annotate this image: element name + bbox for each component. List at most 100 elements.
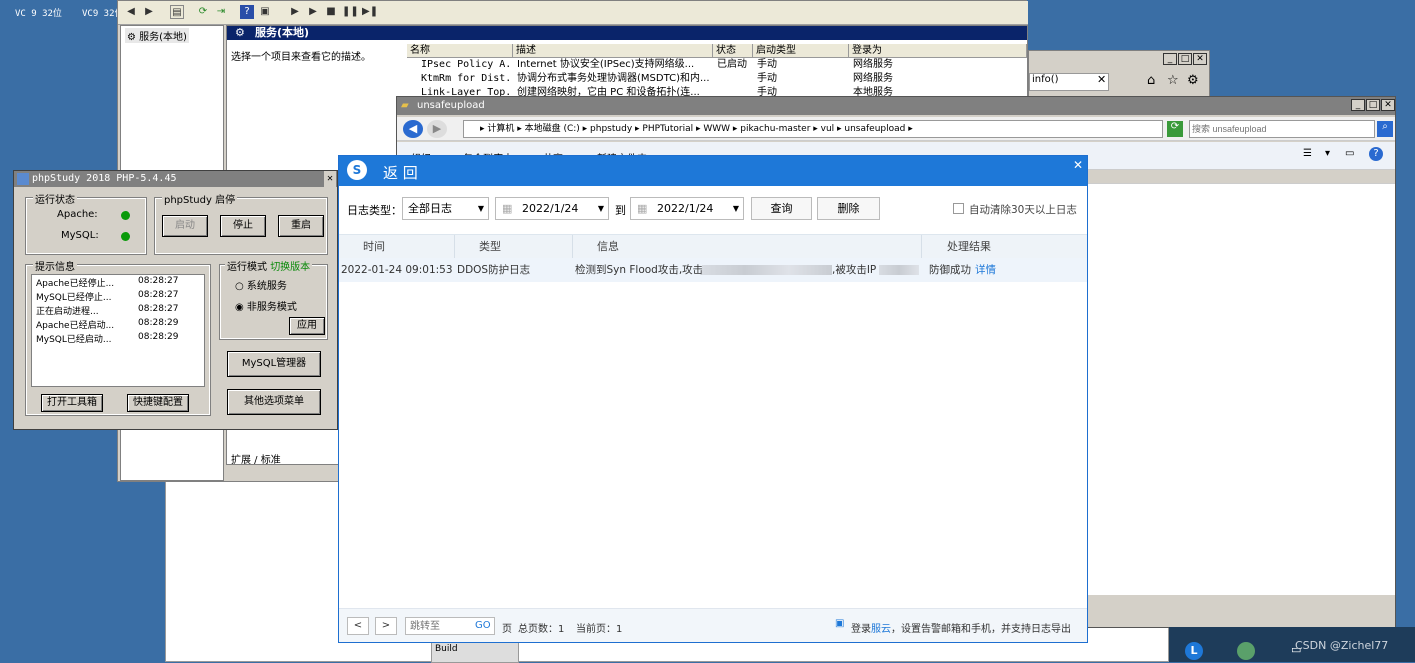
table-row[interactable]: 2022-01-24 09:01:53 DDOS防护日志 检测到Syn Floo… [339,258,1087,282]
date-from-picker[interactable]: ▦ 2022/1/24 ▼ [495,197,609,220]
start-stop-group: phpStudy 启停 启动 停止 重启 [154,191,328,255]
row-info-prefix: 检测到Syn Flood攻击,攻击IP [575,264,713,276]
restart-icon[interactable]: ▶❚ [362,5,378,19]
home-icon[interactable]: ⌂ [1147,73,1155,88]
svc-row-name[interactable]: KtmRm for Dist... [421,72,513,86]
date-to-value: 2022/1/24 [657,202,714,215]
svc-row-desc: 协调分布式事务处理协调器(MSDTC)和内... [517,73,710,84]
col-header-logon[interactable]: 登录为 [849,44,1027,58]
other-menu-button[interactable]: 其他选项菜单 [227,389,321,415]
open-toolbox-button[interactable]: 打开工具箱 [41,394,103,412]
close-icon[interactable]: ✕ [1073,158,1083,172]
play-alt-icon[interactable]: ▶ [306,5,320,19]
mysql-manager-button[interactable]: MySQL管理器 [227,351,321,377]
col-header-name[interactable]: 名称 [407,44,513,58]
tree-item-services-local[interactable]: ⚙ 服务(本地) [125,28,189,43]
quick-config-button[interactable]: 快捷键配置 [127,394,189,412]
pause-icon[interactable]: ❚❚ [342,5,359,19]
go-button[interactable]: GO [475,620,491,631]
maximize-icon[interactable]: □ [1178,53,1192,65]
log-type-label: 日志类型： [347,204,402,217]
col-header-desc[interactable]: 描述 [513,44,713,58]
svc-row-status: 已启动 [717,59,747,70]
back-icon[interactable]: ◀ [124,5,138,19]
query-button[interactable]: 查询 [751,197,812,220]
restart-button[interactable]: 重启 [278,215,324,237]
filter-bar: 日志类型： 全部日志 ▼ ▦ 2022/1/24 ▼ 到 ▦ 2022/1/24… [339,186,1087,234]
forward-icon[interactable]: ▶ [427,120,447,138]
delete-button[interactable]: 删除 [817,197,880,220]
list-item-time: 08:28:27 [138,304,179,314]
search-icon[interactable]: ⌕ [1377,121,1393,137]
explorer-content [1087,183,1395,595]
radio-system-service[interactable]: ○ 系统服务 [235,277,287,292]
play-icon[interactable]: ▶ [288,5,302,19]
show-tree-icon[interactable]: ▤ [170,5,184,19]
app-l-icon[interactable]: L [1185,642,1203,660]
stop-button[interactable]: 停止 [220,215,266,237]
maximize-icon[interactable]: □ [1366,99,1380,111]
run-status-group: 运行状态 Apache: MySQL: [25,191,147,255]
desktop-label-vc9-a[interactable]: VC 9 32位 [15,6,62,19]
mmc-tabs: 扩展 / 标准 [231,455,281,466]
stop-icon[interactable]: ■ [324,5,338,19]
col-header-startup[interactable]: 启动类型 [753,44,849,58]
gear-icon[interactable]: ⚙ [1187,73,1199,88]
phpstudy-title-text: phpStudy 2018 PHP-5.4.45 [32,173,177,184]
current-page: 当前页：1 [576,624,623,635]
minimize-icon[interactable]: _ [1351,99,1365,111]
properties-icon[interactable]: ▣ [258,5,272,19]
chevron-down-icon[interactable]: ▾ [1325,148,1330,159]
refresh-icon[interactable]: ⟳ [1167,121,1183,137]
back-button[interactable]: 返 回 [383,162,418,183]
help-icon[interactable]: ? [1369,147,1383,161]
row-time: 2022-01-24 09:01:53 [341,264,453,276]
chevron-down-icon: ▼ [597,204,604,213]
log-type-value: 全部日志 [408,202,452,215]
apply-button[interactable]: 应用 [289,317,325,335]
log-dialog: S 返 回 ✕ 日志类型： 全部日志 ▼ ▦ 2022/1/24 ▼ 到 ▦ 2… [338,155,1088,643]
login-link[interactable]: 登录 [851,624,871,635]
row-type: DDOS防护日志 [457,264,531,276]
list-item: Apache已经停止... [36,279,115,289]
col-header-type: 类型 [479,240,501,253]
switch-version-link[interactable]: 切换版本 [270,262,310,273]
back-icon[interactable]: ◀ [403,120,423,138]
col-header-status[interactable]: 状态 [713,44,753,58]
tab-standard[interactable]: 标准 [261,455,281,466]
close-icon[interactable]: ✕ [1381,99,1395,111]
start-button[interactable]: 启动 [162,215,208,237]
view-icon[interactable]: ☰ [1303,148,1312,159]
svc-row-name[interactable]: IPsec Policy A... [421,58,513,72]
forward-icon[interactable]: ▶ [142,5,156,19]
close-icon[interactable]: ✕ [1193,53,1207,65]
log-type-select[interactable]: 全部日志 ▼ [402,197,489,220]
radio-non-service[interactable]: ◉ 非服务模式 [235,298,297,313]
export-icon[interactable]: ⇥ [214,5,228,19]
breadcrumb[interactable]: ▸ 计算机 ▸ 本地磁盘 (C:) ▸ phpstudy ▸ PHPTutori… [463,120,1163,138]
next-page-button[interactable]: > [375,617,397,635]
refresh-icon[interactable]: ⟳ [196,5,210,19]
help-icon[interactable]: ? [240,5,254,19]
calendar-icon: ▦ [637,202,648,215]
list-item-time: 08:28:29 [138,332,179,342]
list-item: MySQL已经启动... [36,335,112,345]
close-icon[interactable]: ✕ [324,171,336,187]
col-header-time: 时间 [363,240,385,253]
minimize-icon[interactable]: _ [1163,53,1177,65]
date-to-picker[interactable]: ▦ 2022/1/24 ▼ [630,197,744,220]
search-input[interactable] [1189,120,1375,138]
tree-item-label: 服务(本地) [139,32,187,43]
cloud-link[interactable]: 服云 [871,624,891,635]
run-mode-text: 运行模式 [227,262,267,273]
star-icon[interactable]: ☆ [1167,73,1179,88]
preview-pane-icon[interactable]: ▭ [1345,148,1354,159]
detail-link[interactable]: 详情 [975,258,996,282]
auto-clear-checkbox[interactable] [953,203,964,214]
radio-label: 系统服务 [246,281,287,292]
prev-page-button[interactable]: < [347,617,369,635]
tab-extended[interactable]: 扩展 [231,455,251,466]
close-tab-icon[interactable]: ✕ [1097,73,1106,86]
run-status-label: 运行状态 [33,191,77,206]
globe-icon[interactable] [1237,642,1255,660]
